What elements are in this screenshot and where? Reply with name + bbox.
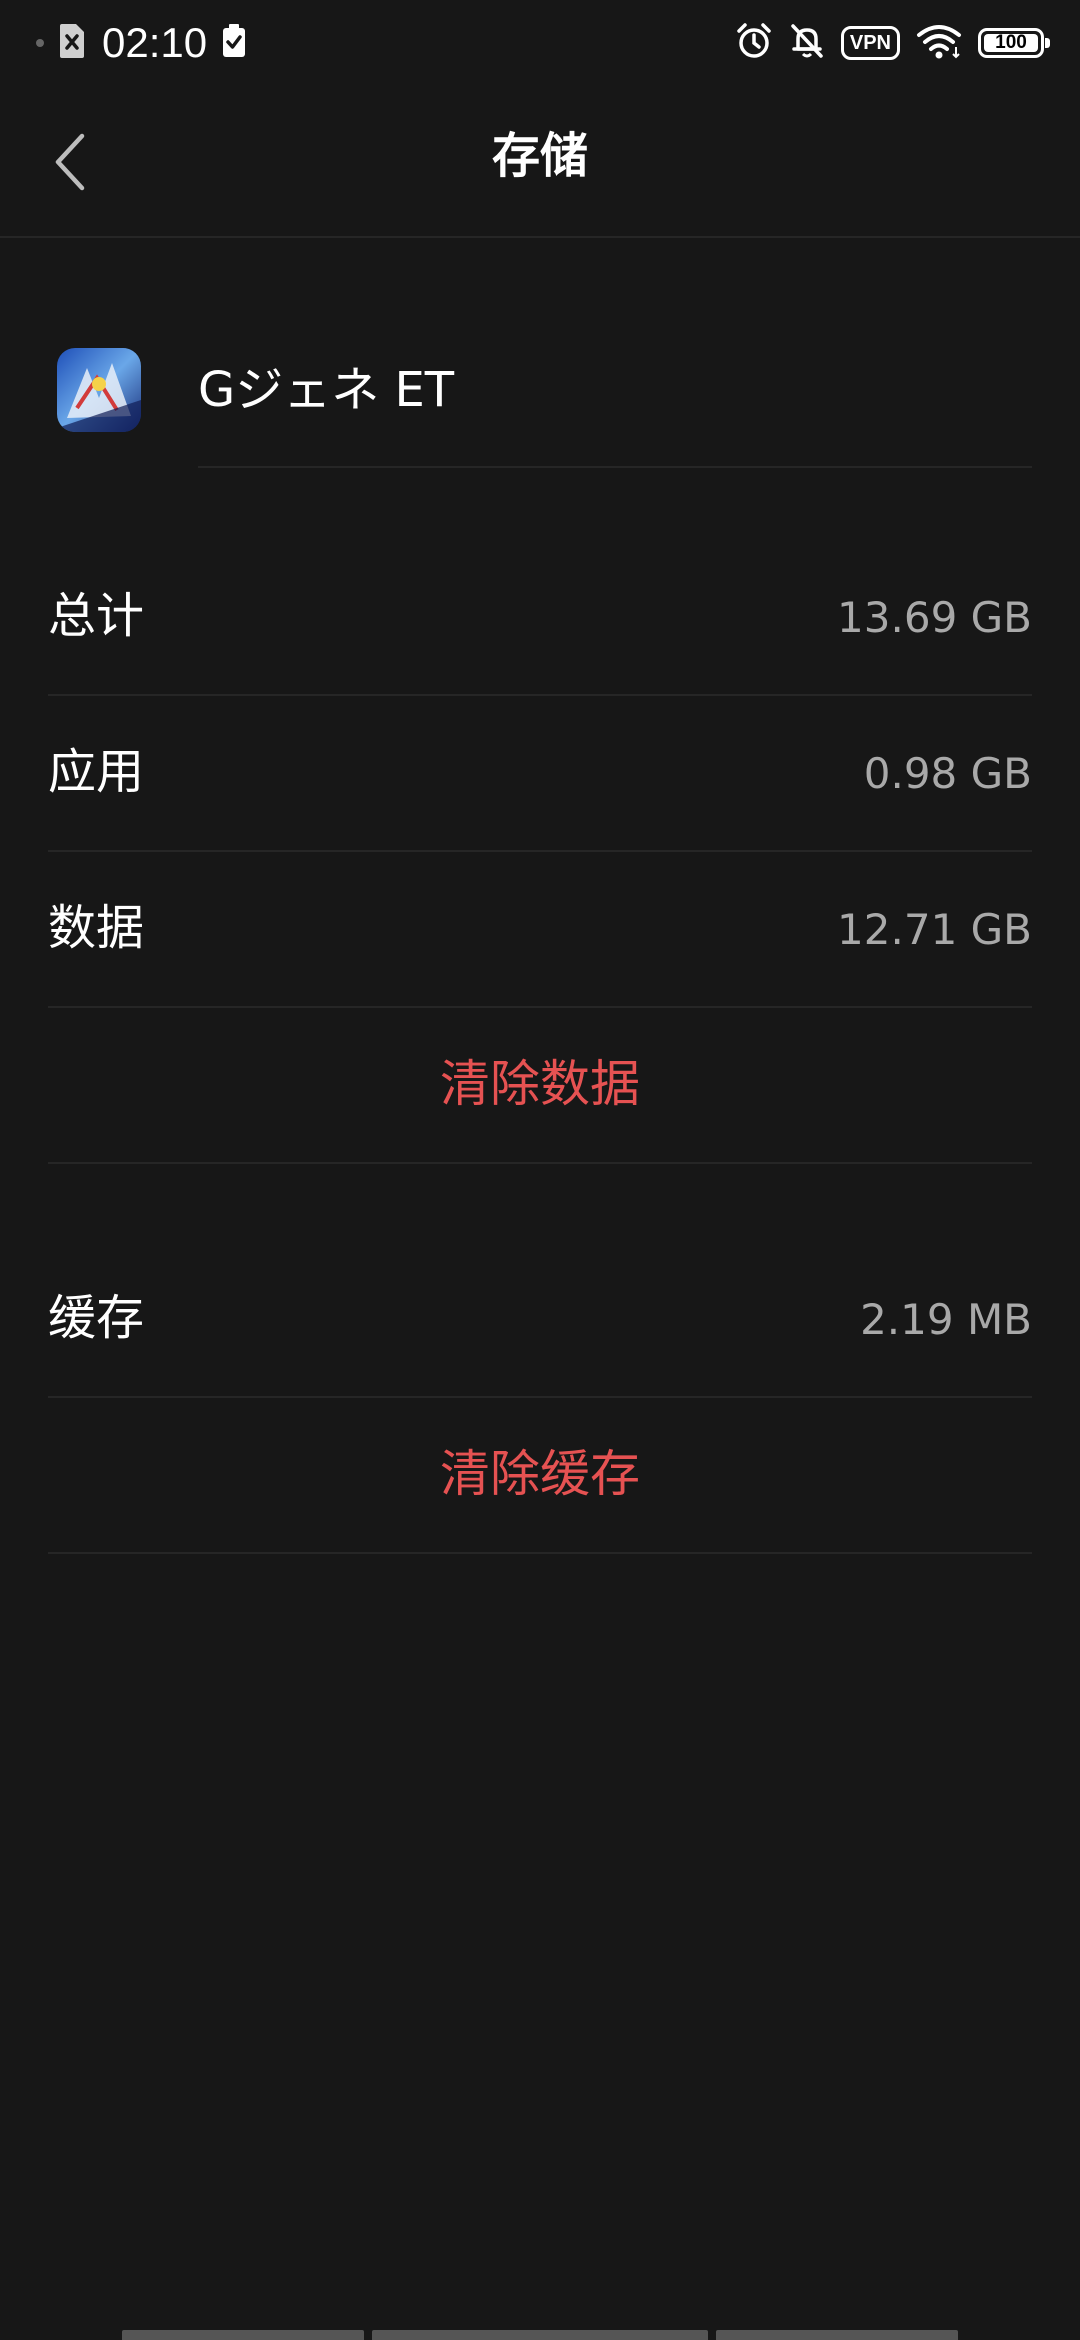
- status-bar-left: 02:10: [36, 18, 247, 68]
- app-size-row: 应用 0.98 GB: [48, 696, 1032, 852]
- vpn-icon: VPN: [840, 26, 900, 60]
- wifi-icon: [916, 23, 962, 63]
- total-label: 总计: [48, 588, 145, 644]
- gesture-bar: [0, 2330, 1080, 2340]
- status-bar-right: VPN 100: [719, 18, 1050, 68]
- status-time: 02:10: [102, 19, 208, 66]
- notifications-off-icon: [789, 22, 825, 64]
- app-size-label: 应用: [48, 744, 145, 800]
- battery-level: 100: [995, 32, 1027, 53]
- page-title: 存储: [491, 128, 588, 184]
- top-app-bar: 存储: [0, 86, 1080, 238]
- notification-dot: [36, 39, 44, 47]
- app-name: Gジェネ ET: [198, 362, 455, 418]
- clear-data-button[interactable]: 清除数据: [48, 1008, 1032, 1164]
- total-value: 13.69 GB: [837, 593, 1032, 642]
- cache-row: 缓存 2.19 MB: [48, 1242, 1032, 1398]
- nav-segment: [716, 2330, 958, 2340]
- total-row: 总计 13.69 GB: [48, 540, 1032, 696]
- app-info-row: Gジェネ ET: [0, 338, 1080, 468]
- nav-segment: [372, 2330, 708, 2340]
- alarm-icon: [735, 22, 773, 64]
- data-value: 12.71 GB: [837, 905, 1032, 954]
- cache-label: 缓存: [48, 1290, 145, 1346]
- sim-off-icon: [58, 22, 86, 64]
- battery-saver-icon: [221, 23, 247, 63]
- clear-cache-button[interactable]: 清除缓存: [48, 1398, 1032, 1554]
- divider: [198, 466, 1032, 468]
- app-icon: [57, 348, 141, 432]
- data-row: 数据 12.71 GB: [48, 852, 1032, 1008]
- nav-segment: [122, 2330, 364, 2340]
- status-bar: 02:10 VPN 100: [0, 0, 1080, 86]
- battery-icon: 100: [978, 28, 1050, 58]
- cache-value: 2.19 MB: [860, 1295, 1032, 1344]
- data-label: 数据: [48, 900, 145, 956]
- app-size-value: 0.98 GB: [863, 749, 1032, 798]
- clear-data-label: 清除数据: [440, 1055, 640, 1113]
- clear-cache-label: 清除缓存: [440, 1445, 640, 1503]
